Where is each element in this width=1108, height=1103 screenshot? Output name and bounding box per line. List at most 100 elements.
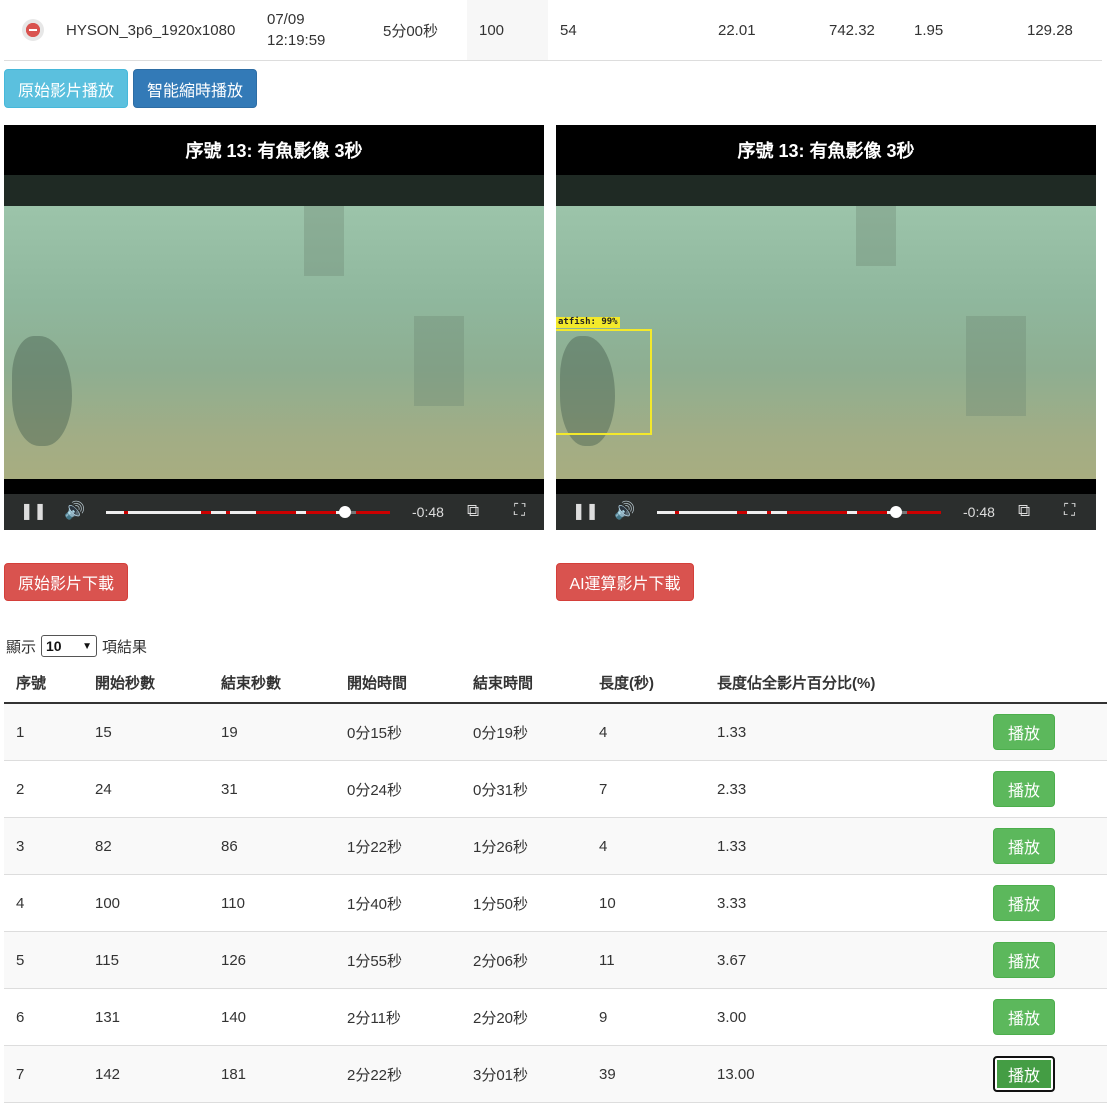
cell-percent: 1.33 [717,837,747,855]
play-segment-button[interactable]: 播放 [993,942,1055,978]
download-ai-button[interactable]: AI運算影片下載 [556,563,694,601]
cell-start-sec: 24 [95,780,112,798]
col-header-length[interactable]: 長度(秒) [599,662,654,702]
picture-in-picture-icon[interactable]: ⧉ [1018,502,1030,519]
cell-start-time: 1分40秒 [347,895,403,913]
video-name: HYSON_3p6_1920x1080 [66,21,236,39]
cell-start-sec: 82 [95,837,112,855]
play-segment-button[interactable]: 播放 [993,714,1055,750]
ai-video-player[interactable]: 序號 13: 有魚影像 3秒 atfish: 99% ❚❚ 🔊 -0:48 ⧉ … [556,125,1096,530]
cell-start-time: 0分24秒 [347,781,403,799]
cell-index: 3 [16,837,25,855]
table-header: 序號 開始秒數 結束秒數 開始時間 結束時間 長度(秒) 長度佔全影片百分比(%… [4,662,1107,704]
pause-icon[interactable]: ❚❚ [572,504,599,520]
progress-knob[interactable] [338,506,351,518]
cell-index: 1 [16,723,25,741]
col-header-start-time[interactable]: 開始時間 [347,662,407,702]
recorded-datetime: 07/09 12:19:59 [267,0,325,60]
chevron-down-icon: ▼ [82,640,93,652]
pause-icon[interactable]: ❚❚ [20,504,47,520]
summary-col-f: 129.28 [1027,21,1073,39]
summary-col-e: 1.95 [914,21,944,39]
volume-icon[interactable]: 🔊 [64,502,85,519]
cell-length: 39 [599,1065,616,1083]
summary-col-d: 742.32 [829,21,875,39]
cell-start-time: 2分11秒 [347,1009,401,1027]
summary-row: HYSON_3p6_1920x1080 07/09 12:19:59 5分00秒… [4,0,1102,61]
fullscreen-icon[interactable]: ⛶ [1064,503,1075,519]
cell-index: 5 [16,951,25,969]
cell-index: 6 [16,1008,25,1026]
cell-end-sec: 31 [221,780,238,798]
entries-select[interactable]: 10 ▼ [41,635,98,657]
original-playback-button[interactable]: 原始影片播放 [4,69,128,108]
video-controls: ❚❚ 🔊 -0:48 ⧉ ⛶ [4,494,544,530]
cell-end-sec: 110 [221,894,245,912]
cell-index: 4 [16,894,25,912]
original-video-player[interactable]: 序號 13: 有魚影像 3秒 ❚❚ 🔊 -0:48 ⧉ ⛶ [4,125,544,530]
cell-start-sec: 15 [95,723,112,741]
table-row: 2 24 31 0分24秒 0分31秒 7 2.33 播放 [4,761,1107,818]
table-row: 4 100 110 1分40秒 1分50秒 10 3.33 播放 [4,875,1107,932]
entries-value: 10 [46,638,62,654]
video-letterbox [556,175,1096,206]
remove-icon[interactable] [22,19,44,41]
play-segment-button[interactable]: 播放 [993,771,1055,807]
video-controls: ❚❚ 🔊 -0:48 ⧉ ⛶ [556,494,1096,530]
col-header-end-sec[interactable]: 結束秒數 [221,662,281,702]
cell-start-sec: 100 [95,894,121,912]
recorded-time: 12:19:59 [267,32,326,49]
cell-start-time: 0分15秒 [347,724,403,742]
cell-length: 4 [599,837,608,855]
cell-length: 9 [599,1008,608,1026]
table-row: 6 131 140 2分11秒 2分20秒 9 3.00 播放 [4,989,1107,1046]
cell-length: 11 [599,951,615,969]
detection-label: atfish: 99% [556,317,620,328]
cell-end-time: 2分06秒 [473,952,529,970]
progress-bar[interactable] [657,506,941,518]
cell-percent: 13.00 [717,1065,755,1083]
volume-icon[interactable]: 🔊 [614,502,635,519]
entries-length-control: 顯示 10 ▼ 項結果 [6,635,147,657]
progress-bar[interactable] [106,506,390,518]
play-segment-button[interactable]: 播放 [993,999,1055,1035]
cell-end-time: 2分20秒 [473,1009,529,1027]
smart-timelapse-button[interactable]: 智能縮時播放 [133,69,257,108]
cell-percent: 2.33 [717,780,747,798]
col-header-end-time[interactable]: 結束時間 [473,662,533,702]
fullscreen-icon[interactable]: ⛶ [514,503,525,519]
summary-col-c: 22.01 [718,21,756,39]
play-segment-button[interactable]: 播放 [993,828,1055,864]
cell-length: 7 [599,780,608,798]
detection-box [556,329,652,435]
cell-index: 7 [16,1065,25,1083]
scene-post [414,316,464,406]
scene-pillar [304,206,344,276]
col-header-index[interactable]: 序號 [16,662,46,702]
play-segment-button[interactable]: 播放 [993,1056,1055,1092]
cell-start-time: 1分55秒 [347,952,403,970]
cell-length: 4 [599,723,608,741]
cell-end-sec: 140 [221,1008,247,1026]
scene-post [966,316,1026,416]
download-original-button[interactable]: 原始影片下載 [4,563,128,601]
play-segment-button[interactable]: 播放 [993,885,1055,921]
picture-in-picture-icon[interactable]: ⧉ [467,502,479,519]
cell-length: 10 [599,894,616,912]
cell-end-sec: 19 [221,723,238,741]
col-header-percent[interactable]: 長度佔全影片百分比(%) [717,662,875,702]
entries-suffix: 項結果 [102,638,148,656]
cell-end-sec: 126 [221,951,247,969]
cell-end-time: 1分26秒 [473,838,529,856]
entries-prefix: 顯示 [6,638,37,656]
cell-end-time: 0分19秒 [473,724,529,742]
table-body: 1 15 19 0分15秒 0分19秒 4 1.33 播放 2 24 31 0分24秒 0分31秒 7 2.… [4,704,1107,1103]
table-row: 7 142 181 2分22秒 3分01秒 39 13.00 播放 [4,1046,1107,1103]
video-bottom-letterbox [4,479,544,495]
table-row: 5 115 126 1分55秒 2分06秒 11 3.67 播放 [4,932,1107,989]
col-header-start-sec[interactable]: 開始秒數 [95,662,155,702]
cell-end-sec: 181 [221,1065,247,1083]
cell-start-sec: 131 [95,1008,121,1026]
progress-knob[interactable] [889,506,902,518]
cell-end-time: 1分50秒 [473,895,529,913]
